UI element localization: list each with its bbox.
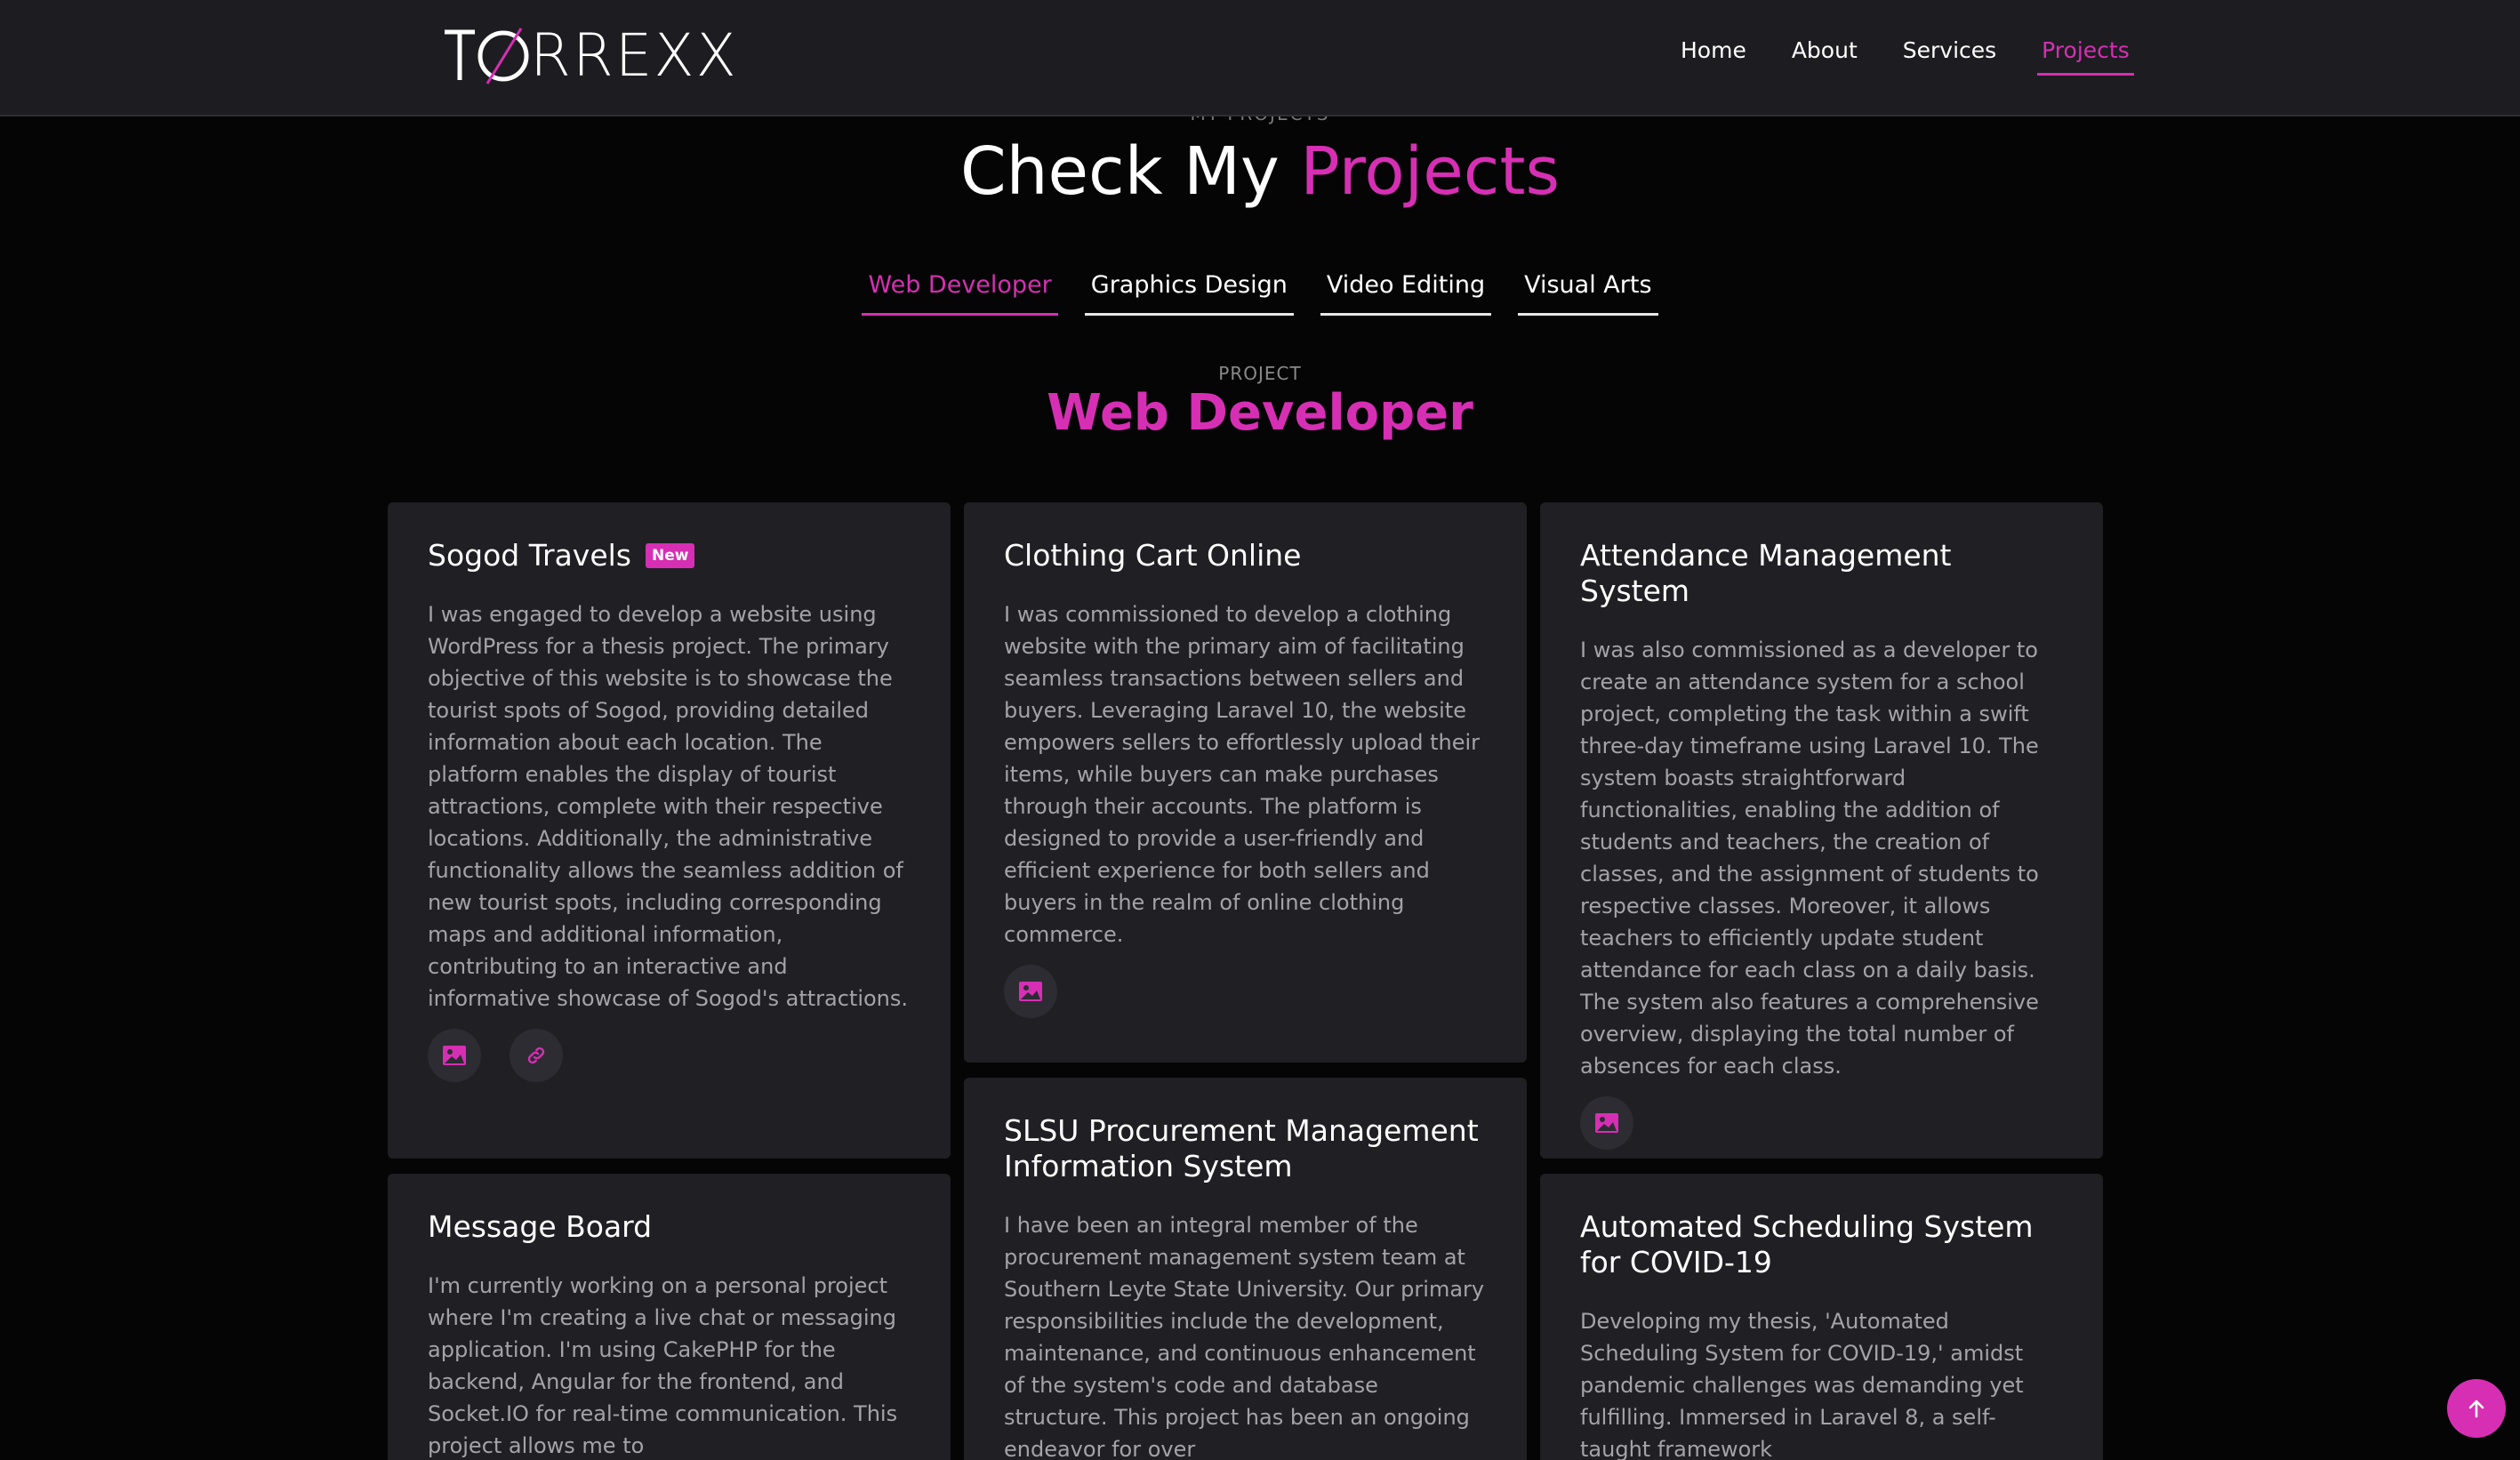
nav-services[interactable]: Services <box>1903 37 1996 76</box>
project-description: I'm currently working on a personal proj… <box>428 1273 898 1458</box>
image-icon <box>1595 1113 1618 1133</box>
new-badge: New <box>646 543 695 568</box>
project-title: Attendance Management System <box>1580 538 2063 609</box>
image-icon <box>443 1046 466 1065</box>
project-card: Automated Scheduling System for COVID-19… <box>1540 1174 2103 1460</box>
project-description: I was engaged to develop a website using… <box>428 602 909 1011</box>
nav-about[interactable]: About <box>1792 37 1858 76</box>
site-header: RREXX Home About Services Projects <box>0 0 2520 116</box>
section-title-plain: Check My <box>959 133 1301 210</box>
view-images-button[interactable] <box>428 1029 481 1082</box>
project-description: I have been an integral member of the pr… <box>1004 1213 1485 1460</box>
tab-video-editing[interactable]: Video Editing <box>1320 271 1492 316</box>
project-actions <box>1004 965 1487 1018</box>
project-title: Automated Scheduling System for COVID-19 <box>1580 1209 2063 1280</box>
image-icon <box>1019 982 1042 1001</box>
project-actions <box>1580 1096 2063 1150</box>
project-title: Sogod Travels New <box>428 538 911 574</box>
project-title-text: Message Board <box>428 1209 653 1244</box>
link-icon <box>527 1047 545 1064</box>
tab-graphics-design[interactable]: Graphics Design <box>1084 271 1294 316</box>
logo-text: RREXX <box>530 21 738 90</box>
project-tabs: Web Developer Graphics Design Video Edit… <box>0 271 2520 316</box>
category-title: Web Developer <box>1047 384 1473 442</box>
project-card: Message Board I'm currently working on a… <box>388 1174 951 1460</box>
tab-web-developer[interactable]: Web Developer <box>862 271 1058 316</box>
project-title-text: Clothing Cart Online <box>1004 538 1302 573</box>
main-nav: Home About Services Projects <box>1681 37 2175 76</box>
project-title: Message Board <box>428 1209 911 1245</box>
project-card: Clothing Cart Online I was commissioned … <box>964 502 1527 1063</box>
section-title-accent: Projects <box>1300 133 1561 210</box>
project-description: I was commissioned to develop a clothing… <box>1004 602 1481 947</box>
nav-projects[interactable]: Projects <box>2037 37 2134 76</box>
project-card: Attendance Management System I was also … <box>1540 502 2103 1159</box>
site-logo[interactable]: RREXX <box>443 21 736 90</box>
project-description: I was also commissioned as a developer t… <box>1580 638 2039 1079</box>
project-card: SLSU Procurement Management Information … <box>964 1078 1527 1460</box>
project-title-text: SLSU Procurement Management Information … <box>1004 1113 1479 1183</box>
section-title: Check My Projects <box>0 133 2520 210</box>
category-eyebrow: PROJECT <box>1218 363 1302 384</box>
arrow-up-icon <box>2468 1400 2484 1418</box>
view-images-button[interactable] <box>1004 965 1057 1018</box>
project-card: Sogod Travels New I was engaged to devel… <box>388 502 951 1159</box>
project-actions <box>428 1029 911 1082</box>
view-images-button[interactable] <box>1580 1096 1633 1150</box>
nav-home[interactable]: Home <box>1681 37 1746 76</box>
project-title: Clothing Cart Online <box>1004 538 1487 574</box>
project-title-text: Sogod Travels <box>428 538 632 573</box>
tab-visual-arts[interactable]: Visual Arts <box>1518 271 1658 316</box>
project-title-text: Attendance Management System <box>1580 538 1952 608</box>
project-title: SLSU Procurement Management Information … <box>1004 1113 1487 1184</box>
project-description: Developing my thesis, 'Automated Schedul… <box>1580 1309 2024 1460</box>
project-title-text: Automated Scheduling System for COVID-19 <box>1580 1209 2034 1280</box>
open-link-button[interactable] <box>510 1029 563 1082</box>
scroll-top-button[interactable] <box>2447 1379 2506 1438</box>
